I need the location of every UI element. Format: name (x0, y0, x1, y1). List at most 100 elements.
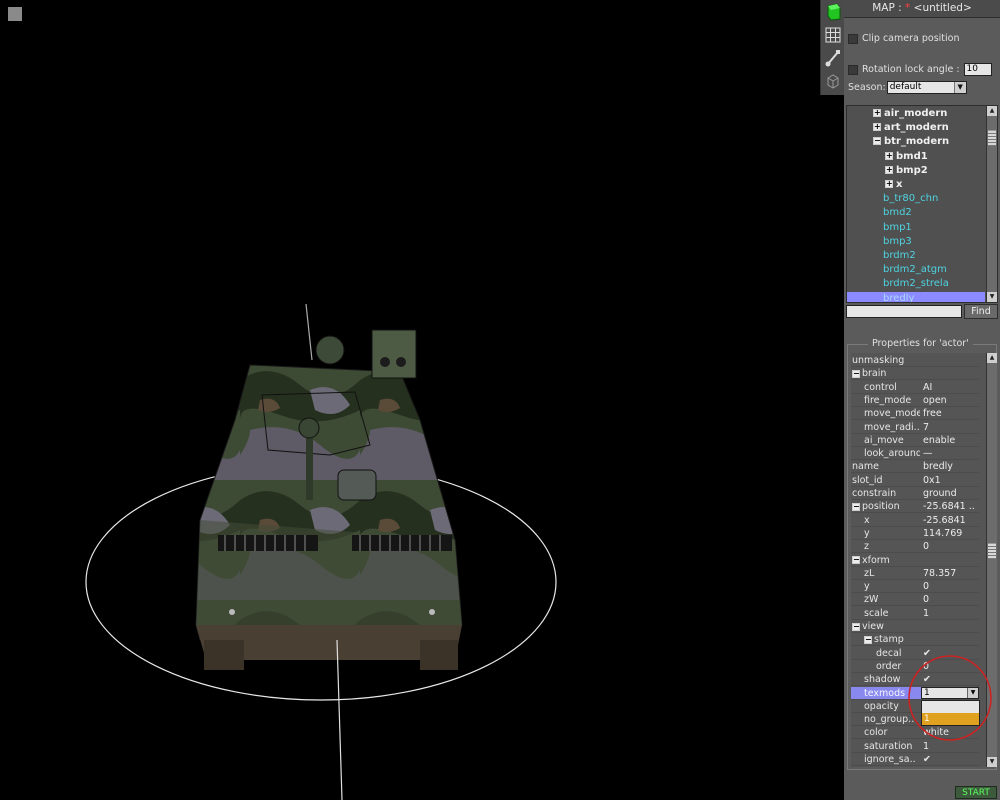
clip-camera-checkbox[interactable] (848, 33, 858, 44)
find-input[interactable] (846, 305, 962, 318)
tree-item[interactable]: + art_modern (847, 121, 949, 135)
rotation-lock-option[interactable]: Rotation lock angle : 10 (848, 63, 992, 76)
collapse-icon[interactable]: − (852, 556, 860, 564)
property-row[interactable]: look_around — (851, 447, 979, 461)
expand-icon[interactable]: + (873, 123, 881, 132)
property-value[interactable] (921, 354, 979, 367)
property-row[interactable]: name bredly (851, 460, 979, 474)
scroll-down-icon[interactable]: ▼ (987, 292, 997, 302)
rotation-lock-checkbox[interactable] (848, 64, 858, 75)
collapse-icon[interactable]: − (852, 622, 860, 631)
property-value[interactable]: free (921, 407, 979, 420)
property-value[interactable] (921, 620, 979, 633)
property-row[interactable]: ignore_sa.. ✔ (851, 753, 979, 766)
property-key-label: control (864, 381, 897, 393)
property-value[interactable] (921, 633, 979, 646)
chevron-down-icon[interactable]: ▼ (953, 82, 966, 93)
tree-item[interactable]: + bmd1 (847, 150, 928, 164)
property-row[interactable]: ai_move enable (851, 434, 979, 447)
property-value[interactable] (921, 554, 979, 567)
tree-item[interactable]: brdm2_atgm (847, 263, 947, 277)
brush-icon[interactable] (823, 48, 843, 68)
tree-item[interactable]: + air_modern (847, 107, 947, 121)
property-value[interactable]: 114.769 (921, 527, 979, 540)
property-value[interactable]: ground (921, 487, 979, 500)
property-row[interactable]: fire_mode open (851, 394, 979, 407)
tree-item[interactable]: brdm2 (847, 249, 916, 263)
tree-scroll-thumb[interactable] (988, 130, 996, 146)
property-row[interactable]: − brain (851, 367, 979, 381)
clip-camera-option[interactable]: Clip camera position (848, 33, 959, 44)
tree-item[interactable]: + bmp2 (847, 164, 928, 178)
property-key: y (864, 527, 920, 540)
property-row[interactable]: slot_id 0x1 (851, 474, 979, 487)
property-key: unmasking (852, 354, 920, 367)
property-value[interactable]: 0 (921, 593, 979, 606)
wireframe-cube-icon[interactable] (823, 71, 843, 91)
property-value[interactable]: 78.357 (921, 567, 979, 580)
green-cube-icon[interactable] (823, 2, 843, 22)
property-value[interactable]: — (921, 447, 979, 460)
tree-item[interactable]: bmd2 (847, 206, 912, 220)
expand-icon[interactable]: + (873, 109, 881, 117)
tree-item[interactable]: brdm2_strela (847, 277, 949, 291)
viewport-3d[interactable] (0, 0, 820, 800)
scroll-up-icon[interactable]: ▲ (987, 106, 997, 116)
properties-scroll-thumb[interactable] (988, 543, 996, 559)
object-tree[interactable]: + air_modern + art_modern − btr_modern + bmd1 + b… (846, 105, 998, 303)
tree-item-label: x (896, 179, 903, 190)
property-row[interactable]: z0 (851, 540, 979, 554)
tree-item[interactable]: bmp3 (847, 235, 912, 249)
find-button[interactable]: Find (964, 304, 998, 319)
property-row[interactable]: zW 0 (851, 593, 979, 607)
property-row[interactable]: move_radi.. 7 (851, 421, 979, 434)
property-row[interactable]: − xform (851, 554, 979, 567)
scroll-down-icon[interactable]: ▼ (987, 757, 997, 767)
modified-mark: * (905, 2, 911, 14)
property-value[interactable]: 0 (921, 580, 979, 593)
property-value[interactable] (921, 367, 979, 380)
collapse-icon[interactable]: − (852, 369, 860, 378)
property-row[interactable]: scale 1 (851, 607, 979, 620)
grid-icon[interactable] (823, 25, 843, 45)
collapse-icon[interactable]: − (864, 635, 872, 644)
property-row[interactable]: y 114.769 (851, 527, 979, 540)
collapse-icon[interactable]: − (852, 502, 860, 511)
property-value[interactable]: 7 (921, 421, 979, 434)
property-row[interactable]: zL 78.357 (851, 567, 979, 580)
property-value[interactable]: ✔ (921, 753, 979, 766)
property-row[interactable]: unmasking (851, 354, 979, 367)
property-value[interactable]: bredly (921, 460, 979, 473)
property-value[interactable]: 1 (921, 607, 979, 620)
property-value[interactable]: -25.6841 .. (921, 500, 979, 513)
property-value[interactable]: 0x1 (921, 474, 979, 487)
property-row[interactable]: − stamp (851, 633, 979, 647)
property-row[interactable]: x -25.6841 (851, 514, 979, 527)
start-button[interactable]: START (955, 786, 997, 799)
expand-icon[interactable]: + (885, 151, 893, 160)
property-row[interactable]: − position -25.6841 .. (851, 500, 979, 514)
property-row[interactable]: control AI (851, 381, 979, 394)
expand-icon[interactable]: + (885, 165, 893, 174)
property-value[interactable]: 0 (921, 540, 979, 553)
tree-item[interactable]: b_tr80_chn (847, 192, 938, 206)
property-value[interactable]: AI (921, 381, 979, 394)
tree-item[interactable]: − btr_modern (847, 135, 949, 149)
tree-item[interactable]: bmp1 (847, 221, 912, 235)
tree-scrollbar[interactable]: ▲ ▼ (986, 106, 997, 302)
property-row[interactable]: − view (851, 620, 979, 633)
scroll-up-icon[interactable]: ▲ (987, 353, 997, 363)
property-value[interactable]: open (921, 394, 979, 407)
property-value[interactable]: -25.6841 (921, 514, 979, 527)
season-select[interactable]: default ▼ (886, 81, 967, 94)
rotation-lock-input[interactable]: 10 (963, 63, 992, 76)
tree-item[interactable]: bredly (847, 291, 985, 302)
tree-item[interactable]: + x (847, 178, 902, 192)
property-row[interactable]: move_mode free (851, 407, 979, 421)
expand-icon[interactable]: + (885, 180, 893, 188)
property-row[interactable]: y0 (851, 580, 979, 594)
property-row[interactable]: constrain ground (851, 487, 979, 500)
collapse-icon[interactable]: − (873, 137, 881, 146)
property-value[interactable]: enable (921, 434, 979, 447)
property-key-label: x (864, 514, 870, 526)
